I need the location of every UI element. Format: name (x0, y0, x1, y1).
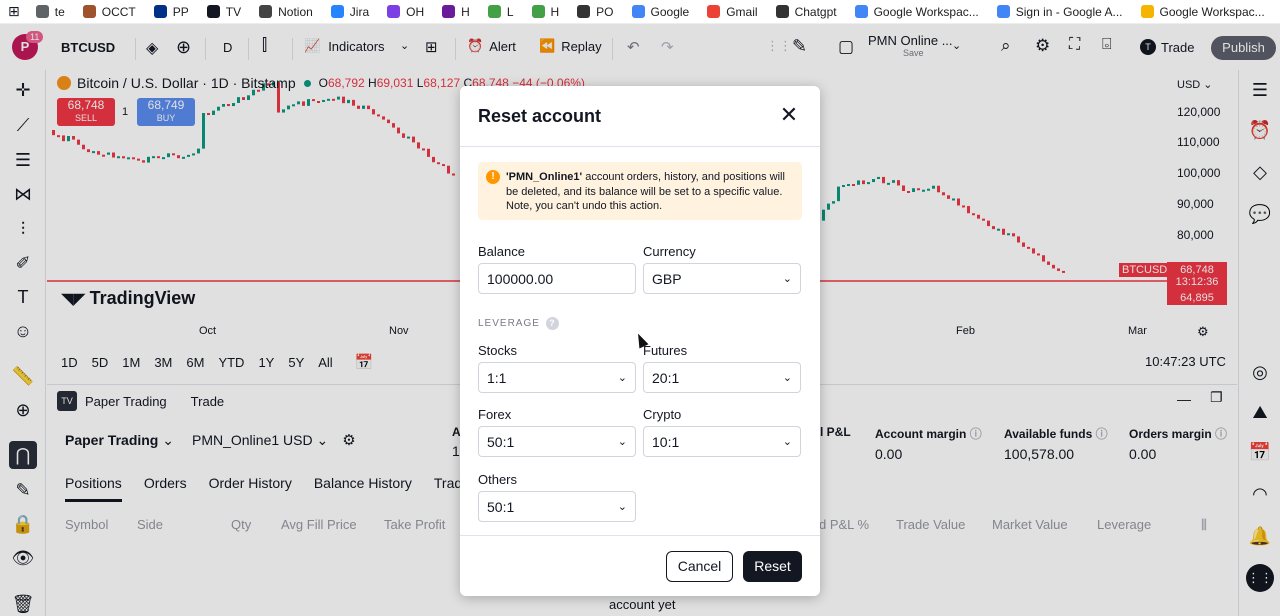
bookmark-item[interactable]: Sign in - Google A... (997, 5, 1123, 19)
bookmark-favicon-icon (488, 5, 501, 18)
forex-leverage-select[interactable]: 50:1 ⌄ (478, 426, 636, 457)
bookmark-label: H (551, 5, 560, 19)
bookmark-favicon-icon (855, 5, 868, 18)
bookmark-label: te (55, 5, 65, 19)
chevron-down-icon: ⌄ (618, 500, 627, 513)
bookmark-label: Notion (278, 5, 313, 19)
crypto-leverage-select[interactable]: 10:1 ⌄ (643, 426, 801, 457)
bookmark-label: H (461, 5, 470, 19)
bookmark-favicon-icon (1141, 5, 1154, 18)
bookmark-item[interactable]: Notion (259, 5, 313, 19)
apps-grid-icon[interactable]: ⊞ (8, 3, 20, 20)
bookmark-label: Gmail (726, 5, 757, 19)
bookmark-favicon-icon (207, 5, 220, 18)
bookmark-favicon-icon (707, 5, 720, 18)
bookmark-item[interactable]: OH (387, 5, 424, 19)
bookmark-list: te OCCT PP TV Notion Jira OH H L H PO Google Gmail Ch… (36, 5, 1280, 19)
bookmark-label: TV (226, 5, 241, 19)
bookmark-item[interactable]: H (442, 5, 470, 19)
bookmark-label: PO (596, 5, 613, 19)
leverage-heading: LEVERAGE? (478, 317, 559, 330)
bookmark-favicon-icon (776, 5, 789, 18)
warning-banner: ! 'PMN_Online1' account orders, history,… (478, 162, 802, 220)
cancel-button[interactable]: Cancel (666, 551, 733, 582)
bookmark-favicon-icon (632, 5, 645, 18)
warning-account-name: 'PMN_Online1' (506, 171, 582, 183)
bookmark-label: OCCT (102, 5, 136, 19)
bookmark-item[interactable]: Jira (331, 5, 369, 19)
bookmark-label: Chatgpt (795, 5, 837, 19)
stocks-leverage-select[interactable]: 1:1 ⌄ (478, 362, 636, 393)
bookmark-label: Sign in - Google A... (1016, 5, 1123, 19)
bookmark-favicon-icon (36, 5, 49, 18)
bookmark-label: PP (173, 5, 189, 19)
bookmark-item[interactable]: PP (154, 5, 189, 19)
balance-input[interactable]: 100000.00 (478, 263, 636, 294)
bookmark-item[interactable]: te (36, 5, 65, 19)
bookmark-item[interactable]: Google (632, 5, 690, 19)
bookmark-label: Google (651, 5, 690, 19)
bookmark-item[interactable]: OCCT (83, 5, 136, 19)
balance-label: Balance (478, 244, 525, 259)
bookmark-favicon-icon (83, 5, 96, 18)
bookmark-favicon-icon (532, 5, 545, 18)
others-label: Others (478, 472, 517, 487)
bookmark-favicon-icon (154, 5, 167, 18)
chevron-down-icon: ⌄ (618, 371, 627, 384)
bookmark-item[interactable]: Google Workspac... (1141, 5, 1265, 19)
bookmark-favicon-icon (577, 5, 590, 18)
bookmark-item[interactable]: PO (577, 5, 613, 19)
help-icon[interactable]: ? (546, 317, 559, 330)
close-icon[interactable]: ✕ (778, 104, 800, 126)
bookmark-item[interactable]: TV (207, 5, 241, 19)
currency-select[interactable]: GBP ⌄ (643, 263, 801, 294)
chevron-down-icon: ⌄ (783, 435, 792, 448)
stocks-label: Stocks (478, 343, 517, 358)
futures-leverage-select[interactable]: 20:1 ⌄ (643, 362, 801, 393)
bookmark-favicon-icon (259, 5, 272, 18)
chevron-down-icon: ⌄ (618, 435, 627, 448)
dialog-title: Reset account (478, 106, 601, 127)
bookmark-favicon-icon (387, 5, 400, 18)
bookmark-label: Google Workspac... (1160, 5, 1265, 19)
chevron-down-icon: ⌄ (783, 371, 792, 384)
bookmark-favicon-icon (997, 5, 1010, 18)
bookmark-label: Jira (350, 5, 369, 19)
bookmark-favicon-icon (442, 5, 455, 18)
bookmarks-bar: ⊞ te OCCT PP TV Notion Jira OH H L H PO Google Gmail… (0, 0, 1280, 24)
bookmark-label: Google Workspac... (874, 5, 979, 19)
others-leverage-select[interactable]: 50:1 ⌄ (478, 491, 636, 522)
bookmark-item[interactable]: L (488, 5, 514, 19)
bookmark-label: L (507, 5, 514, 19)
bookmark-favicon-icon (331, 5, 344, 18)
currency-label: Currency (643, 244, 696, 259)
warning-icon: ! (486, 170, 500, 184)
chevron-down-icon: ⌄ (783, 272, 792, 285)
crypto-label: Crypto (643, 407, 681, 422)
reset-button[interactable]: Reset (743, 551, 802, 582)
bookmark-item[interactable]: Gmail (707, 5, 757, 19)
bookmark-item[interactable]: H (532, 5, 560, 19)
bookmark-label: OH (406, 5, 424, 19)
forex-label: Forex (478, 407, 511, 422)
bookmark-item[interactable]: Chatgpt (776, 5, 837, 19)
bookmark-item[interactable]: Google Workspac... (855, 5, 979, 19)
futures-label: Futures (643, 343, 687, 358)
